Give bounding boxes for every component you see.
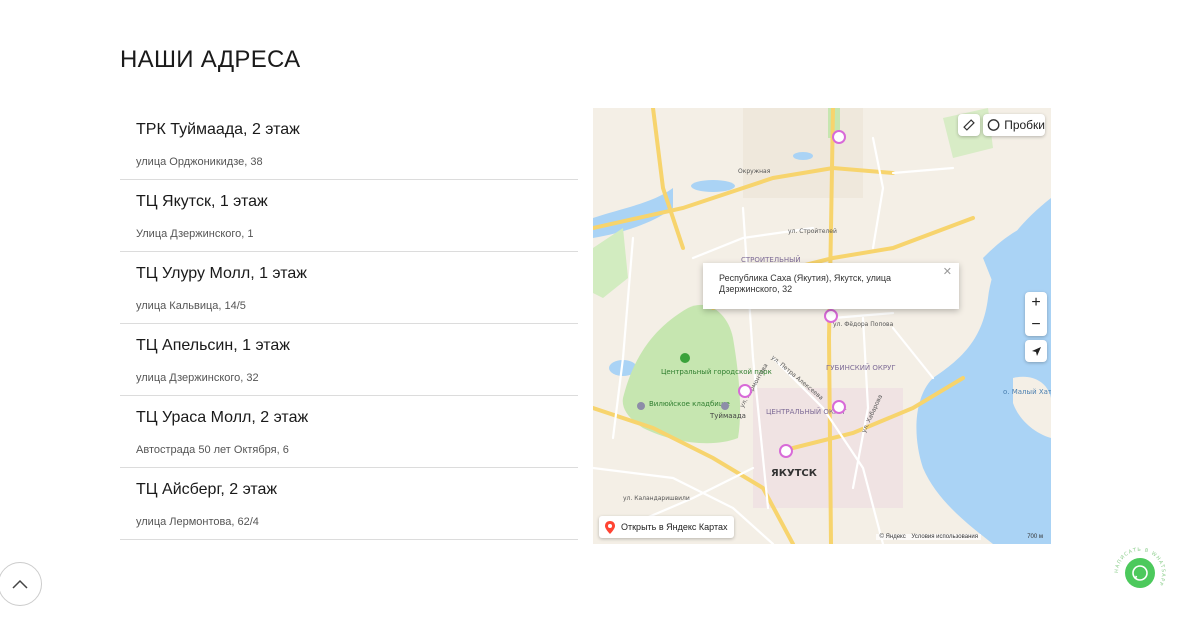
address-item-name: ТЦ Айсберг, 2 этаж	[136, 481, 278, 498]
address-item[interactable]: ТЦ Ураса Молл, 2 этаж Автострада 50 лет …	[120, 396, 578, 468]
address-item-street: улица Кальвица, 14/5	[136, 300, 246, 312]
scale-label: 700 м	[1027, 534, 1043, 540]
geolocation-button[interactable]	[1025, 340, 1047, 362]
ruler-button[interactable]	[958, 114, 980, 136]
address-item-street: улица Орджоникидзе, 38	[136, 156, 263, 168]
park-icon	[680, 353, 690, 363]
chevron-up-icon	[12, 579, 28, 589]
address-item-street: Улица Дзержинского, 1	[136, 228, 254, 240]
address-item-name: ТЦ Ураса Молл, 2 этаж	[136, 409, 309, 426]
address-item-name: ТЦ Улуру Молл, 1 этаж	[136, 265, 307, 282]
address-item-street: улица Дзержинского, 32	[136, 372, 259, 384]
mall-icon	[721, 402, 729, 410]
address-item[interactable]: ТРК Туймаада, 2 этаж улица Орджоникидзе,…	[120, 108, 578, 180]
map-balloon: Республика Саха (Якутия), Якутск, улица …	[703, 263, 959, 309]
map-label-street-okruzhnaya: Окружная	[738, 168, 771, 175]
address-item-name: ТЦ Якутск, 1 этаж	[136, 193, 268, 210]
zoom-in-button[interactable]: +	[1025, 292, 1047, 314]
map-marker	[832, 130, 846, 144]
page-title: НАШИ АДРЕСА	[120, 46, 301, 73]
copyright-text: © Яндекс	[879, 534, 906, 540]
open-in-yandex-maps-link[interactable]: Открыть в Яндекс Картах	[599, 516, 735, 538]
address-item-street: улица Лермонтова, 62/4	[136, 516, 259, 528]
map-label-street-stroiteley: ул. Стройтелей	[788, 228, 837, 235]
address-item[interactable]: ТЦ Улуру Молл, 1 этаж улица Кальвица, 14…	[120, 252, 578, 324]
map-label-city: ЯКУТСК	[771, 468, 818, 479]
address-list: ТРК Туймаада, 2 этаж улица Орджоникидзе,…	[120, 108, 578, 540]
traffic-icon	[987, 119, 1000, 131]
balloon-text: Республика Саха (Якутия), Якутск, улица …	[719, 273, 892, 294]
zoom-control: + −	[1025, 292, 1047, 336]
whatsapp-button[interactable]: НАПИСАТЬ В WHATSAPP	[1113, 546, 1167, 600]
map-label-park: Центральный городской парк	[661, 368, 772, 376]
map-marker	[832, 400, 846, 414]
open-link-label: Открыть в Яндекс Картах	[621, 522, 728, 532]
whatsapp-icon: НАПИСАТЬ В WHATSAPP	[1114, 547, 1165, 588]
address-item-street: Автострада 50 лет Октября, 6	[136, 444, 289, 456]
map-scale: 700 м	[1027, 534, 1043, 540]
map-marker	[738, 384, 752, 398]
navigation-arrow-icon	[1031, 346, 1041, 356]
close-icon[interactable]: ✕	[943, 267, 952, 278]
map-label-cemetery: Вилюйское кладбище	[649, 400, 730, 408]
map-marker	[824, 309, 838, 323]
address-item[interactable]: ТЦ Апельсин, 1 этаж улица Дзержинского, …	[120, 324, 578, 396]
address-item-name: ТЦ Апельсин, 1 этаж	[136, 337, 290, 354]
map-canvas[interactable]: ЯКУТСК ЦЕНТРАЛЬНЫЙ ОКРУГ ГУБИНСКИЙ ОКРУГ…	[593, 108, 1051, 544]
map[interactable]: ЯКУТСК ЦЕНТРАЛЬНЫЙ ОКРУГ ГУБИНСКИЙ ОКРУГ…	[593, 108, 1051, 544]
map-label-island: о. Малый Хатыстах	[1003, 388, 1051, 396]
map-label-gubinsky: ГУБИНСКИЙ ОКРУГ	[826, 363, 896, 372]
ruler-icon	[963, 119, 975, 131]
map-label-tuymaada: Туймаада	[709, 412, 746, 420]
map-marker	[779, 444, 793, 458]
address-item[interactable]: ТЦ Айсберг, 2 этаж улица Лермонтова, 62/…	[120, 468, 578, 540]
zoom-out-button[interactable]: −	[1025, 314, 1047, 336]
map-label-street-kalandarishvili: ул. Каландаришвили	[623, 495, 690, 502]
map-pin-icon	[605, 520, 615, 534]
map-copyright[interactable]: © Яндекс Условия использования	[876, 534, 981, 540]
address-item-name: ТРК Туймаада, 2 этаж	[136, 121, 300, 138]
terms-link[interactable]: Условия использования	[911, 534, 978, 540]
map-label-street-popova: ул. Фёдора Попова	[833, 321, 894, 328]
traffic-label: Пробки	[1004, 118, 1045, 132]
cemetery-icon	[637, 402, 645, 410]
address-item[interactable]: ТЦ Якутск, 1 этаж Улица Дзержинского, 1	[120, 180, 578, 252]
traffic-button[interactable]: Пробки	[983, 114, 1045, 136]
scroll-to-top-button[interactable]	[0, 562, 42, 606]
